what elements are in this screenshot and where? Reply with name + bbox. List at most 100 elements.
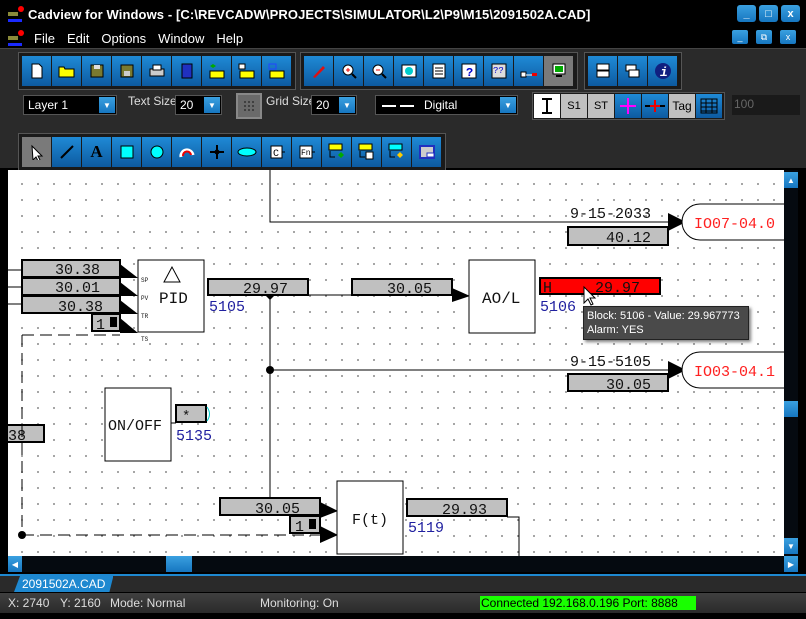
import-green-folder-icon[interactable] (202, 56, 231, 86)
pid-pv-value: 30.01 (55, 280, 100, 297)
vertical-scroll-thumb[interactable] (784, 401, 798, 417)
new-file-icon[interactable] (22, 56, 51, 86)
text-size-select[interactable]: 20 ▼ (175, 95, 222, 115)
status-monitoring: Monitoring: On (260, 596, 339, 610)
ft-input2-value: 1 (295, 519, 304, 536)
info-icon[interactable]: i (648, 56, 677, 86)
menu-edit[interactable]: Edit (61, 31, 95, 46)
aol-tag: 5106 (540, 299, 576, 316)
document-tabs: 2091502A.CAD (0, 574, 806, 592)
menu-window[interactable]: Window (152, 31, 210, 46)
chevron-down-icon[interactable]: ▼ (339, 97, 355, 113)
connection-icon[interactable] (514, 56, 543, 86)
layer-value: Layer 1 (28, 98, 69, 112)
save-as-icon[interactable] (112, 56, 141, 86)
window-block-icon[interactable] (412, 137, 441, 167)
ft-label: F(t) (352, 512, 388, 529)
svg-text:??: ?? (493, 66, 504, 76)
select-arrow-icon[interactable] (22, 137, 51, 167)
doc-close-button[interactable]: x (780, 30, 796, 44)
chevron-down-icon[interactable]: ▼ (500, 97, 516, 113)
list-icon[interactable] (424, 56, 453, 86)
doc-restore-button[interactable]: ⧉ (756, 30, 772, 44)
zoom-out-icon[interactable] (364, 56, 393, 86)
toolbar-area: ? ?? i Layer 1 ▼ Text Size 20 ▼ Grid Siz… (0, 48, 806, 171)
format-toolbar: Layer 1 ▼ Text Size 20 ▼ Grid Size 20 ▼ … (0, 89, 806, 129)
help-icon[interactable]: ? (454, 56, 483, 86)
vertical-scrollbar[interactable]: ▲ ▼ (784, 170, 798, 556)
line-style-select[interactable]: Digital ▼ (375, 95, 518, 115)
menu-file[interactable]: File (28, 31, 61, 46)
status-bar: X: 2740 Y: 2160 Mode: Normal Monitoring:… (0, 593, 806, 613)
menu-bar: File Edit Options Window Help (0, 28, 806, 48)
tag-button[interactable]: Tag (669, 94, 695, 118)
magenta-cross-icon[interactable] (615, 94, 641, 118)
arc-icon[interactable] (172, 137, 201, 167)
chevron-down-icon[interactable]: ▼ (99, 97, 115, 113)
tooltip-block-value: Block: 5106 - Value: 29.967773 (587, 310, 740, 322)
function-block-icon[interactable]: Fn (292, 137, 321, 167)
junction-icon[interactable] (202, 137, 231, 167)
st-button[interactable]: ST (588, 94, 614, 118)
drawing-canvas[interactable]: 9-15-2033 40.12 IO07-04.0 30.38 30.01 30… (8, 170, 784, 556)
horizontal-scroll-thumb[interactable] (166, 556, 192, 572)
import-h-folder-icon[interactable] (232, 56, 261, 86)
place-folder-yellow-icon[interactable] (382, 137, 411, 167)
minimize-button[interactable]: _ (737, 5, 756, 22)
scroll-right-icon[interactable]: ▶ (784, 556, 798, 572)
pen-icon[interactable] (304, 56, 333, 86)
import-blue-folder-icon[interactable] (262, 56, 291, 86)
pid-sp-pin: SP (141, 277, 149, 284)
scroll-down-icon[interactable]: ▼ (784, 538, 798, 554)
block-tooltip: Block: 5106 - Value: 29.967773 Alarm: YE… (583, 306, 749, 340)
s1-button[interactable]: S1 (561, 94, 587, 118)
horizontal-scrollbar[interactable]: ◀ ▶ (8, 556, 798, 572)
constant-block-icon[interactable]: C (262, 137, 291, 167)
place-folder-n-icon[interactable] (352, 137, 381, 167)
context-help-icon[interactable]: ?? (484, 56, 513, 86)
doc-minimize-button[interactable]: _ (732, 30, 748, 44)
layer-select[interactable]: Layer 1 ▼ (23, 95, 117, 115)
line-icon[interactable] (52, 137, 81, 167)
open-folder-icon[interactable] (52, 56, 81, 86)
monitor-icon[interactable] (544, 56, 573, 86)
save-icon[interactable] (82, 56, 111, 86)
io1-value: 40.12 (606, 230, 651, 247)
status-y: Y: 2160 (60, 596, 101, 610)
aol-output-value: 29.97 (595, 280, 640, 297)
scroll-left-icon[interactable]: ◀ (8, 556, 22, 572)
rectangle-icon[interactable] (112, 137, 141, 167)
tab-2091502a[interactable]: 2091502A.CAD (14, 576, 113, 592)
doc-icon[interactable] (8, 30, 24, 46)
maximize-button[interactable]: □ (759, 5, 778, 22)
onoff-value-box (175, 404, 207, 423)
grid-size-select[interactable]: 20 ▼ (311, 95, 357, 115)
chevron-down-icon[interactable]: ▼ (204, 97, 220, 113)
zoom-in-icon[interactable] (334, 56, 363, 86)
title-bar: Cadview for Windows - [C:\REVCADW\PROJEC… (0, 0, 806, 28)
scroll-up-icon[interactable]: ▲ (784, 172, 798, 188)
zoom-actual-icon[interactable] (394, 56, 423, 86)
text-icon[interactable]: A (82, 137, 111, 167)
pid-sp-value: 30.38 (55, 262, 100, 279)
value-field[interactable]: 100 (732, 95, 800, 115)
place-folder-green-icon[interactable] (322, 137, 351, 167)
print-icon[interactable] (142, 56, 171, 86)
library-icon[interactable] (172, 56, 201, 86)
close-button[interactable]: x (781, 5, 800, 22)
ibeam-icon[interactable] (534, 94, 560, 118)
menu-help[interactable]: Help (210, 31, 249, 46)
table-icon[interactable] (696, 94, 722, 118)
io2-date: 9-15-5105 (570, 354, 651, 371)
text-size-value: 20 (180, 98, 194, 112)
ellipse-icon[interactable] (232, 137, 261, 167)
cascade-icon[interactable] (618, 56, 647, 86)
svg-text:Fn: Fn (301, 149, 311, 158)
line-style-value: Digital (424, 98, 458, 112)
grid-toggle-button[interactable] (236, 93, 262, 119)
circle-icon[interactable] (142, 137, 171, 167)
pid-ts-value: 1 (96, 317, 105, 334)
red-cross-icon[interactable] (642, 94, 668, 118)
menu-options[interactable]: Options (95, 31, 152, 46)
tile-icon[interactable] (588, 56, 617, 86)
